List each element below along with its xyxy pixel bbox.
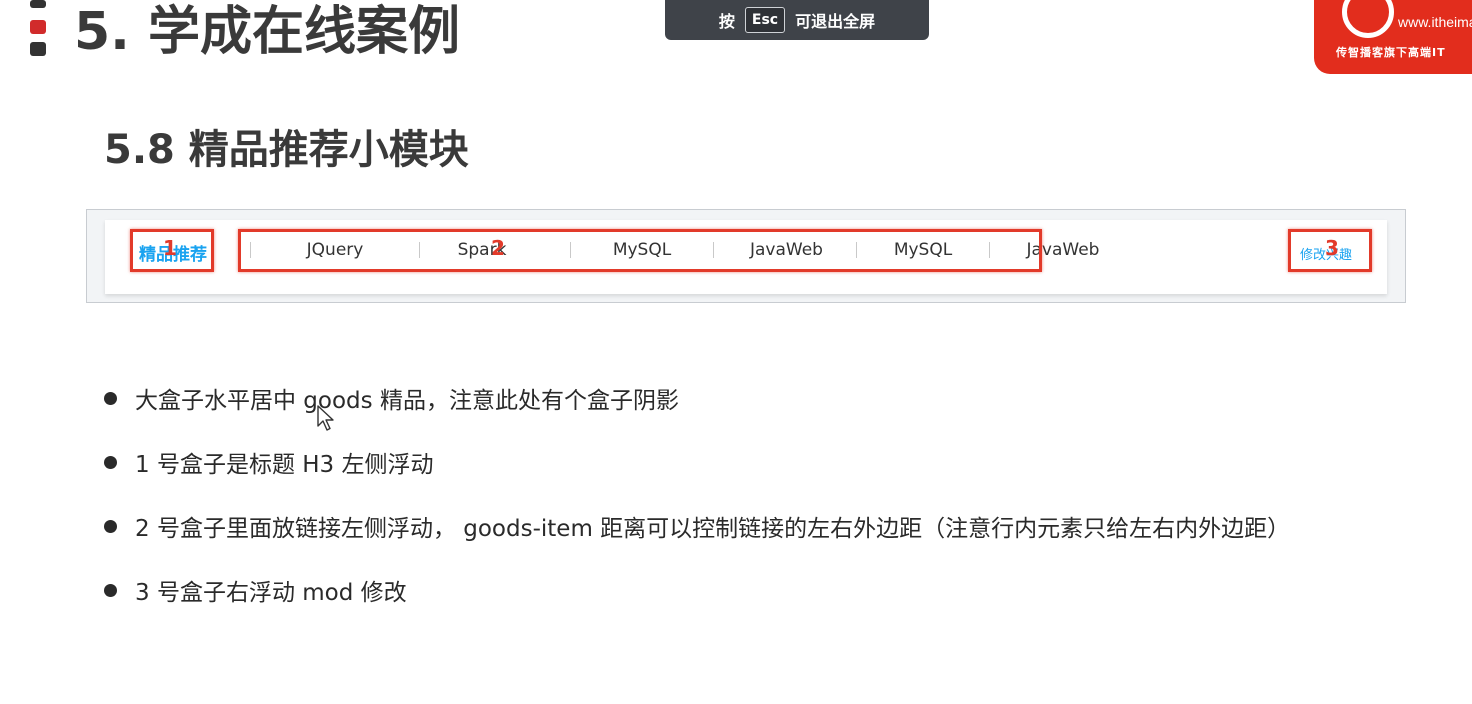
- esc-key-badge: Esc: [744, 7, 786, 33]
- decor-square-bottom: [30, 42, 46, 56]
- esc-hint-suffix: 可退出全屏: [795, 12, 876, 31]
- list-item: 1 号盒子是标题 H3 左侧浮动: [104, 430, 1290, 494]
- bullet-dot-icon: [104, 391, 117, 405]
- logo-tagline: 传智播客旗下高端IT: [1336, 46, 1446, 59]
- header-faint-watermark: [1212, 0, 1312, 14]
- bullet-text: 大盒子水平居中 goods 精品，注意此处有个盒子阴影: [135, 388, 679, 414]
- slide-title: 5. 学成在线案例: [74, 2, 461, 62]
- bullet-text: 3 号盒子右浮动 mod 修改: [135, 580, 407, 606]
- logo-site-text: www.itheima: [1398, 14, 1472, 30]
- bullet-dot-icon: [104, 455, 117, 469]
- list-item: 大盒子水平居中 goods 精品，注意此处有个盒子阴影: [104, 366, 1290, 430]
- section-title: 5.8 精品推荐小模块: [104, 127, 469, 173]
- goods-box: 精品推荐 JQuery Spark MySQL JavaWeb MySQL Ja…: [105, 220, 1387, 294]
- bullet-dot-icon: [104, 583, 117, 597]
- bullet-text: 2 号盒子里面放链接左侧浮动， goods-item 距离可以控制链接的左右外边…: [135, 516, 1291, 542]
- decor-square-red: [30, 20, 46, 34]
- bullet-dot-icon: [104, 519, 117, 533]
- esc-hint-prefix: 按: [718, 12, 735, 31]
- box-number-2: 2: [491, 236, 505, 260]
- decor-square-top: [30, 0, 46, 8]
- logo-mark-icon: [1342, 0, 1394, 38]
- highlight-box-2: [238, 229, 1042, 272]
- slide-page: 5. 学成在线案例 按 Esc 可退出全屏 www.itheima 传智播客旗下…: [0, 0, 1472, 704]
- demo-screenshot: 精品推荐 JQuery Spark MySQL JavaWeb MySQL Ja…: [86, 209, 1406, 303]
- mouse-cursor-icon: [317, 405, 334, 431]
- list-item: 2 号盒子里面放链接左侧浮动， goods-item 距离可以控制链接的左右外边…: [104, 494, 1290, 558]
- bullet-list: 大盒子水平居中 goods 精品，注意此处有个盒子阴影 1 号盒子是标题 H3 …: [104, 366, 1290, 622]
- exit-fullscreen-hint[interactable]: 按 Esc 可退出全屏: [665, 0, 929, 40]
- box-number-1: 1: [163, 236, 177, 260]
- list-item: 3 号盒子右浮动 mod 修改: [104, 558, 1290, 622]
- brand-logo: www.itheima 传智播客旗下高端IT: [1314, 0, 1472, 74]
- box-number-3: 3: [1325, 236, 1339, 260]
- bullet-text: 1 号盒子是标题 H3 左侧浮动: [135, 452, 434, 478]
